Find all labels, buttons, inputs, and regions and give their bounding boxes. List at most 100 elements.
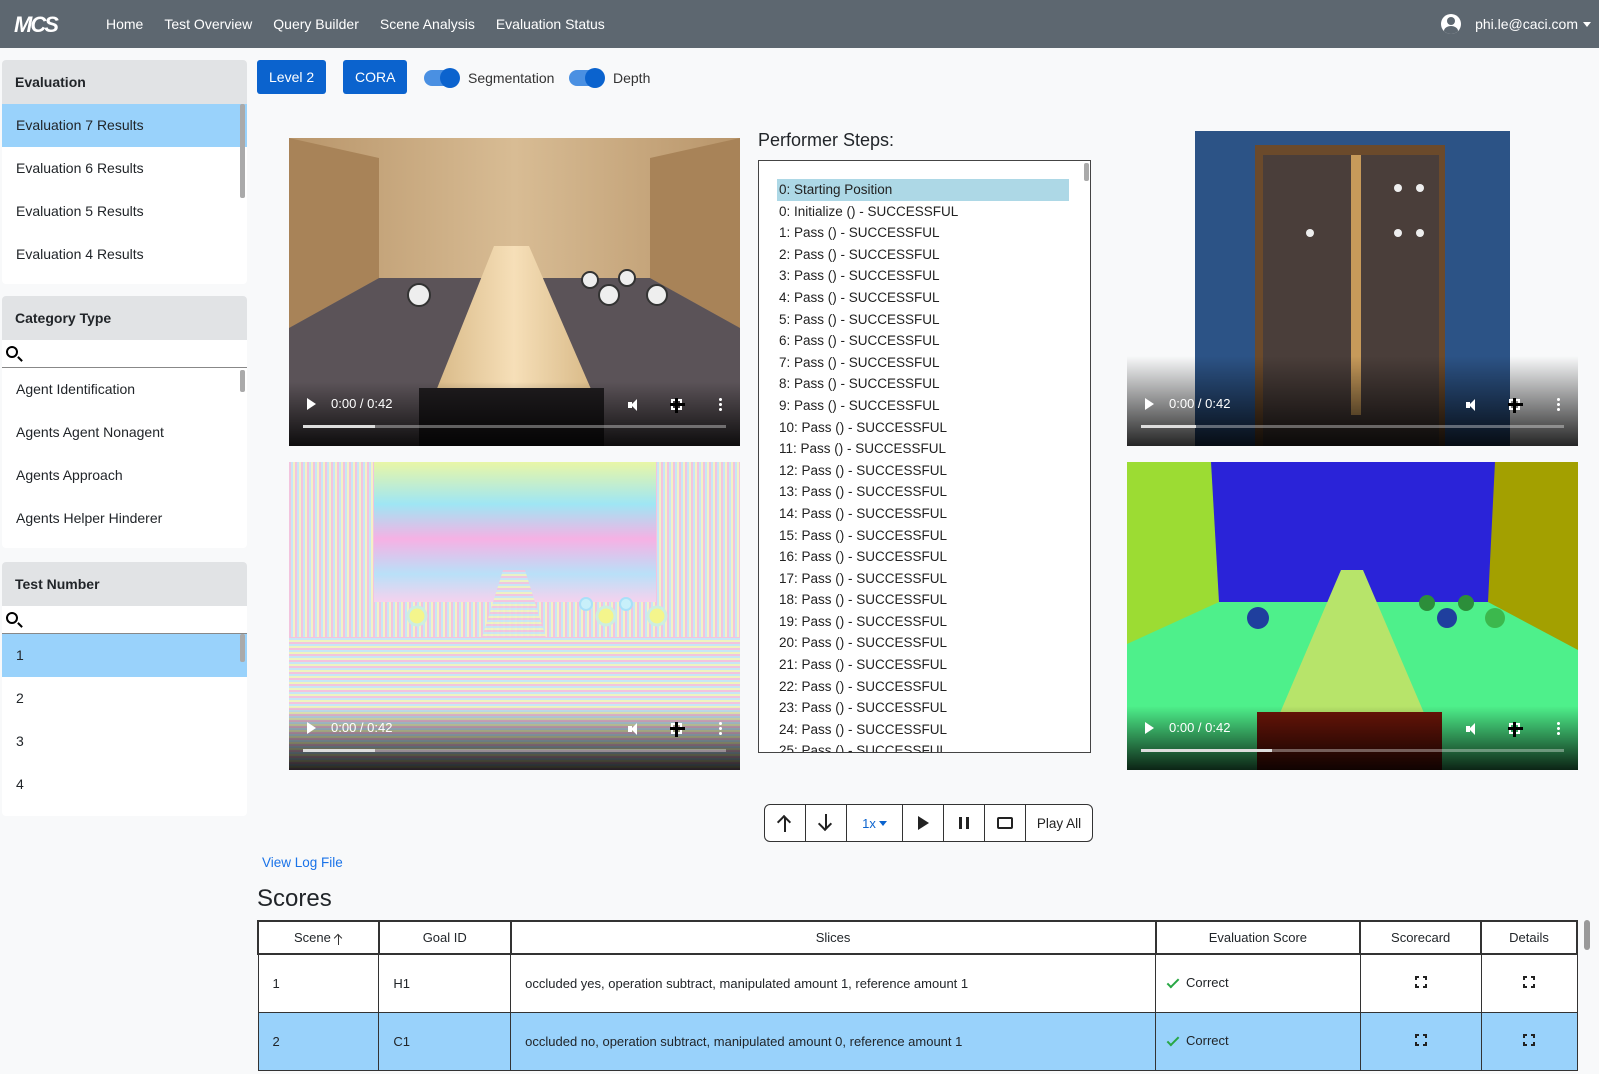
expand-icon[interactable]	[1414, 1033, 1427, 1046]
more-options-icon[interactable]	[1557, 397, 1560, 412]
table-scrollbar[interactable]	[1584, 920, 1590, 950]
step-item[interactable]: 15: Pass () - SUCCESSFUL	[777, 525, 1069, 547]
video-depth[interactable]: 0:00 / 0:42	[289, 462, 740, 770]
column-header-evaluation-score[interactable]: Evaluation Score	[1154, 920, 1362, 955]
segmentation-toggle[interactable]	[424, 68, 460, 88]
step-item[interactable]: 24: Pass () - SUCCESSFUL	[777, 719, 1069, 741]
nav-evaluation-status[interactable]: Evaluation Status	[496, 16, 605, 32]
test-number-item[interactable]: 3	[2, 720, 247, 763]
expand-icon[interactable]	[1523, 975, 1536, 988]
step-item[interactable]: 8: Pass () - SUCCESSFUL	[777, 373, 1069, 395]
evaluation-scrollbar[interactable]	[240, 104, 245, 198]
step-item[interactable]: 2: Pass () - SUCCESSFUL	[777, 244, 1069, 266]
play-all-button[interactable]: Play All	[1026, 805, 1092, 841]
speed-select[interactable]: 1x	[847, 805, 903, 841]
video-progress[interactable]	[1141, 749, 1564, 752]
step-item[interactable]: 7: Pass () - SUCCESSFUL	[777, 352, 1069, 374]
step-item[interactable]: 3: Pass () - SUCCESSFUL	[777, 265, 1069, 287]
step-item[interactable]: 0: Initialize () - SUCCESSFUL	[777, 201, 1069, 223]
step-item[interactable]: 19: Pass () - SUCCESSFUL	[777, 611, 1069, 633]
video-rendered[interactable]: 0:00 / 0:42	[289, 138, 740, 446]
evaluation-item[interactable]: Evaluation 6 Results	[2, 147, 247, 190]
fullscreen-icon[interactable]	[1508, 722, 1523, 737]
test-number-item[interactable]: 2	[2, 677, 247, 720]
test-number-search-input[interactable]	[2, 606, 247, 634]
step-item[interactable]: 16: Pass () - SUCCESSFUL	[777, 546, 1069, 568]
fullscreen-icon[interactable]	[1508, 398, 1523, 413]
more-options-icon[interactable]	[719, 721, 722, 736]
column-header-slices[interactable]: Slices	[509, 920, 1157, 955]
evaluation-item[interactable]: Evaluation 7 Results	[2, 104, 247, 147]
play-icon[interactable]	[307, 722, 316, 734]
test-number-scrollbar[interactable]	[240, 634, 245, 662]
video-progress[interactable]	[303, 425, 726, 428]
step-item[interactable]: 5: Pass () - SUCCESSFUL	[777, 309, 1069, 331]
mcs-logo[interactable]: MCS	[14, 12, 59, 38]
column-header-goal-id[interactable]: Goal ID	[377, 920, 512, 955]
more-options-icon[interactable]	[719, 397, 722, 412]
step-item[interactable]: 20: Pass () - SUCCESSFUL	[777, 632, 1069, 654]
step-item[interactable]: 1: Pass () - SUCCESSFUL	[777, 222, 1069, 244]
play-icon[interactable]	[1145, 398, 1154, 410]
step-item[interactable]: 0: Starting Position	[777, 179, 1069, 201]
step-item[interactable]: 23: Pass () - SUCCESSFUL	[777, 697, 1069, 719]
step-item[interactable]: 22: Pass () - SUCCESSFUL	[777, 676, 1069, 698]
previous-step-button[interactable]	[765, 805, 806, 841]
expand-icon[interactable]	[1414, 975, 1427, 988]
step-item[interactable]: 6: Pass () - SUCCESSFUL	[777, 330, 1069, 352]
volume-icon[interactable]	[628, 723, 642, 735]
nav-scene-analysis[interactable]: Scene Analysis	[380, 16, 475, 32]
step-item[interactable]: 10: Pass () - SUCCESSFUL	[777, 417, 1069, 439]
category-item[interactable]: Agents Helper Hinderer	[2, 497, 247, 540]
nav-home[interactable]: Home	[106, 16, 143, 32]
column-header-scorecard[interactable]: Scorecard	[1359, 920, 1483, 955]
play-button[interactable]	[903, 805, 944, 841]
step-item[interactable]: 21: Pass () - SUCCESSFUL	[777, 654, 1069, 676]
nav-test-overview[interactable]: Test Overview	[164, 16, 252, 32]
column-header-scene[interactable]: Scene	[257, 920, 380, 955]
step-item[interactable]: 4: Pass () - SUCCESSFUL	[777, 287, 1069, 309]
play-icon[interactable]	[1145, 722, 1154, 734]
video-topdown[interactable]: 0:00 / 0:42	[1127, 131, 1578, 446]
volume-icon[interactable]	[1466, 399, 1480, 411]
column-header-details[interactable]: Details	[1480, 920, 1578, 955]
test-number-item[interactable]: 1	[2, 634, 247, 677]
step-item[interactable]: 18: Pass () - SUCCESSFUL	[777, 589, 1069, 611]
test-number-item[interactable]: 4	[2, 763, 247, 806]
fullscreen-icon[interactable]	[670, 722, 685, 737]
step-item[interactable]: 14: Pass () - SUCCESSFUL	[777, 503, 1069, 525]
level-button[interactable]: Level 2	[257, 60, 327, 94]
step-item[interactable]: 25: Pass () - SUCCESSFUL	[777, 740, 1069, 752]
step-item[interactable]: 12: Pass () - SUCCESSFUL	[777, 460, 1069, 482]
volume-icon[interactable]	[1466, 723, 1480, 735]
steps-scrollbar[interactable]	[1084, 163, 1089, 181]
evaluation-item[interactable]: Evaluation 5 Results	[2, 190, 247, 233]
next-step-button[interactable]	[806, 805, 847, 841]
video-segmentation[interactable]: 0:00 / 0:42	[1127, 462, 1578, 770]
table-row[interactable]: 1 H1 occluded yes, operation subtract, m…	[257, 953, 1578, 1013]
video-progress[interactable]	[303, 749, 726, 752]
category-scrollbar[interactable]	[240, 370, 245, 392]
category-item[interactable]: Agent Identification	[2, 368, 247, 411]
step-item[interactable]: 13: Pass () - SUCCESSFUL	[777, 481, 1069, 503]
performer-button[interactable]: CORA	[343, 60, 408, 94]
play-icon[interactable]	[307, 398, 316, 410]
table-row[interactable]: 2 C1 occluded no, operation subtract, ma…	[257, 1011, 1578, 1071]
user-menu[interactable]: phi.le@caci.com	[1441, 0, 1591, 48]
depth-toggle[interactable]	[569, 68, 605, 88]
performer-steps-list[interactable]: 0: Starting Position 0: Initialize () - S…	[758, 160, 1091, 753]
more-options-icon[interactable]	[1557, 721, 1560, 736]
volume-icon[interactable]	[628, 399, 642, 411]
video-progress[interactable]	[1141, 425, 1564, 428]
step-item[interactable]: 9: Pass () - SUCCESSFUL	[777, 395, 1069, 417]
pause-button[interactable]	[944, 805, 985, 841]
category-item[interactable]: Agents Agent Nonagent	[2, 411, 247, 454]
step-item[interactable]: 17: Pass () - SUCCESSFUL	[777, 568, 1069, 590]
view-log-file-link[interactable]: View Log File	[262, 855, 343, 870]
category-item[interactable]: Agents Approach	[2, 454, 247, 497]
step-item[interactable]: 11: Pass () - SUCCESSFUL	[777, 438, 1069, 460]
repeat-button[interactable]	[985, 805, 1026, 841]
category-search-input[interactable]	[2, 340, 247, 368]
nav-query-builder[interactable]: Query Builder	[273, 16, 359, 32]
evaluation-item[interactable]: Evaluation 4 Results	[2, 233, 247, 276]
